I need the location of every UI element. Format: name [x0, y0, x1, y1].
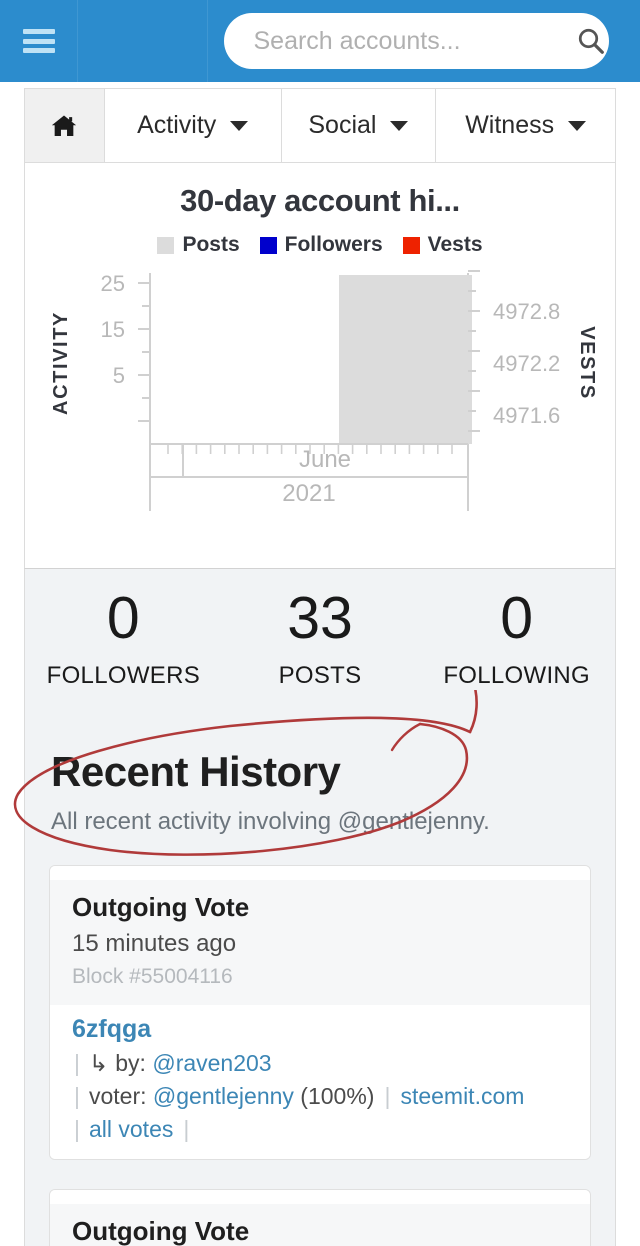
tab-witness[interactable]: Witness: [436, 89, 615, 162]
all-votes-line: | all votes |: [72, 1116, 568, 1143]
stat-posts-value: 33: [287, 585, 353, 651]
tab-social-label: Social: [308, 111, 377, 139]
stat-following-label: FOLLOWING: [443, 662, 591, 689]
search-box[interactable]: [223, 13, 609, 69]
activity-header: Outgoing Vote 19 minutes ago: [50, 1204, 590, 1246]
y2tick-4972-8: 4972.8: [493, 299, 560, 324]
stat-followers-value: 0: [106, 585, 140, 651]
line-pipe: |: [384, 1083, 391, 1109]
activity-type: Outgoing Vote: [72, 1216, 250, 1246]
activity-type: Outgoing Vote: [72, 892, 250, 922]
recent-history-subtitle: All recent activity involving @gentlejen…: [51, 808, 490, 835]
vote-weight: (100%): [300, 1083, 375, 1109]
xtick-year: 2021: [282, 480, 335, 507]
tab-activity-label: Activity: [137, 111, 217, 139]
search-input[interactable]: [253, 26, 576, 56]
ytick-5: 5: [113, 363, 125, 388]
line-pipe: |: [74, 1116, 80, 1142]
voter-link[interactable]: @gentlejenny: [153, 1083, 294, 1110]
line-pipe: |: [74, 1050, 80, 1076]
chart-legend: Posts Followers Vests: [25, 233, 615, 257]
all-votes-link[interactable]: all votes: [89, 1116, 173, 1143]
top-navigation-bar: [0, 0, 640, 82]
legend-label-posts: Posts: [182, 233, 240, 256]
activity-body: 6zfqga | ↳ by: @raven203 | voter: @gentl…: [50, 1005, 590, 1159]
stat-followers[interactable]: 0 FOLLOWERS: [25, 589, 222, 690]
legend-item-vests[interactable]: Vests: [402, 233, 483, 257]
author-link[interactable]: @raven203: [152, 1050, 271, 1077]
activity-timestamp: 15 minutes ago: [72, 930, 237, 957]
y2-axis-label: VESTS: [576, 326, 598, 400]
recent-history-section: Recent History All recent activity invol…: [24, 710, 616, 1246]
stat-posts[interactable]: 33 POSTS: [222, 589, 419, 690]
topbar-spacer: [78, 0, 208, 82]
tab-home[interactable]: [25, 89, 105, 162]
legend-item-posts[interactable]: Posts: [157, 233, 240, 257]
stat-followers-label: FOLLOWERS: [46, 662, 201, 689]
chevron-down-icon: [568, 120, 587, 131]
search-icon[interactable]: [576, 26, 606, 56]
ytick-15: 15: [101, 317, 125, 342]
tab-social[interactable]: Social: [281, 89, 437, 162]
legend-swatch-posts: [157, 236, 175, 254]
line-pipe: |: [183, 1116, 190, 1142]
y2tick-4971-6: 4971.6: [493, 403, 560, 428]
stat-following[interactable]: 0 FOLLOWING: [418, 589, 615, 690]
external-site-link[interactable]: steemit.com: [400, 1083, 524, 1110]
tab-activity[interactable]: Activity: [104, 89, 282, 162]
chart-title: 30-day account hi...: [180, 183, 460, 218]
tab-bar: Activity Social Witness: [25, 89, 615, 163]
content-panel: Activity Social Witness 30-day account h…: [24, 88, 616, 569]
app-root: Activity Social Witness 30-day account h…: [0, 0, 640, 1246]
card-top-strip: [50, 866, 590, 880]
chart-plot-area: 25 15 5 ACTIVITY 4972.8 4972.2 4971.6 VE…: [50, 270, 598, 511]
page-title: Recent History: [51, 748, 341, 795]
author-line: | ↳ by: @raven203: [72, 1050, 568, 1077]
chevron-down-icon: [390, 120, 409, 131]
legend-item-followers[interactable]: Followers: [259, 233, 383, 257]
chevron-down-icon: [230, 120, 249, 131]
stat-following-value: 0: [500, 585, 534, 651]
y-axis-label: ACTIVITY: [50, 311, 72, 415]
y2tick-4972-2: 4972.2: [493, 351, 560, 376]
voter-label: voter:: [88, 1083, 147, 1109]
account-stats: 0 FOLLOWERS 33 POSTS 0 FOLLOWING: [24, 568, 616, 710]
card-top-strip: [50, 1190, 590, 1204]
legend-label-vests: Vests: [427, 233, 483, 256]
menu-button[interactable]: [0, 0, 78, 82]
hamburger-icon: [22, 29, 55, 53]
line-pipe: |: [74, 1083, 80, 1109]
legend-swatch-vests: [402, 236, 420, 254]
permlink-link[interactable]: 6zfqga: [72, 1015, 568, 1044]
home-icon: [52, 115, 77, 136]
activity-header: Outgoing Vote 15 minutes ago Block #5500…: [50, 880, 590, 1005]
activity-card[interactable]: Outgoing Vote 15 minutes ago Block #5500…: [49, 865, 591, 1160]
activity-card[interactable]: Outgoing Vote 19 minutes ago: [49, 1189, 591, 1246]
voter-line: | voter: @gentlejenny (100%) | steemit.c…: [72, 1083, 568, 1110]
xtick-month: June: [299, 446, 351, 473]
search-container: [208, 13, 640, 69]
by-label: by:: [115, 1050, 146, 1076]
ytick-25: 25: [101, 271, 125, 296]
activity-block: Block #55004116: [72, 965, 233, 988]
recent-history-header: Recent History All recent activity invol…: [25, 710, 615, 836]
legend-swatch-followers: [259, 236, 277, 254]
stat-posts-label: POSTS: [278, 662, 362, 689]
legend-label-followers: Followers: [284, 233, 383, 256]
reply-arrow-icon: ↳: [88, 1050, 109, 1076]
account-history-chart: 30-day account hi... Posts Followers Ves…: [25, 163, 615, 568]
tab-witness-label: Witness: [465, 111, 555, 139]
